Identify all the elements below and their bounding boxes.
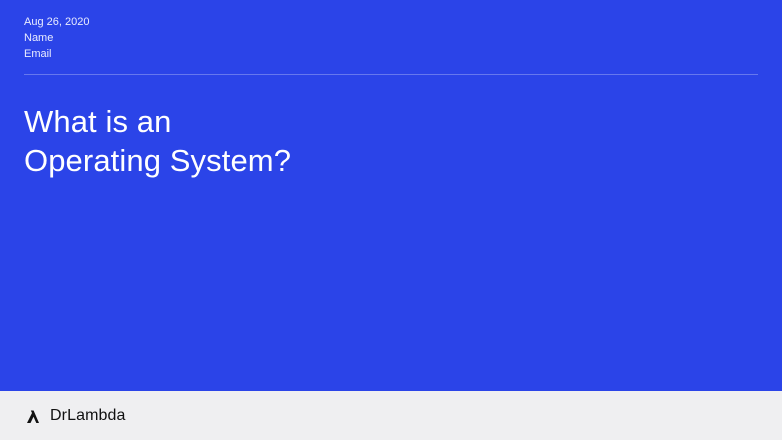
title-line-2: Operating System? bbox=[24, 143, 292, 178]
header-divider bbox=[24, 74, 758, 75]
date-text: Aug 26, 2020 bbox=[24, 16, 90, 28]
name-text: Name bbox=[24, 32, 54, 44]
brand-name: DrLambda bbox=[50, 406, 126, 424]
slide-title: What is an Operating System? bbox=[24, 102, 291, 180]
brand: DrLambda bbox=[24, 407, 126, 425]
title-line-1: What is an bbox=[24, 104, 172, 139]
footer-bar: DrLambda bbox=[0, 391, 782, 440]
lambda-icon bbox=[24, 407, 42, 425]
slide-meta: Aug 26, 2020 Name Email bbox=[24, 14, 89, 62]
slide-canvas: Aug 26, 2020 Name Email What is an Opera… bbox=[0, 0, 782, 391]
email-text: Email bbox=[24, 48, 52, 60]
